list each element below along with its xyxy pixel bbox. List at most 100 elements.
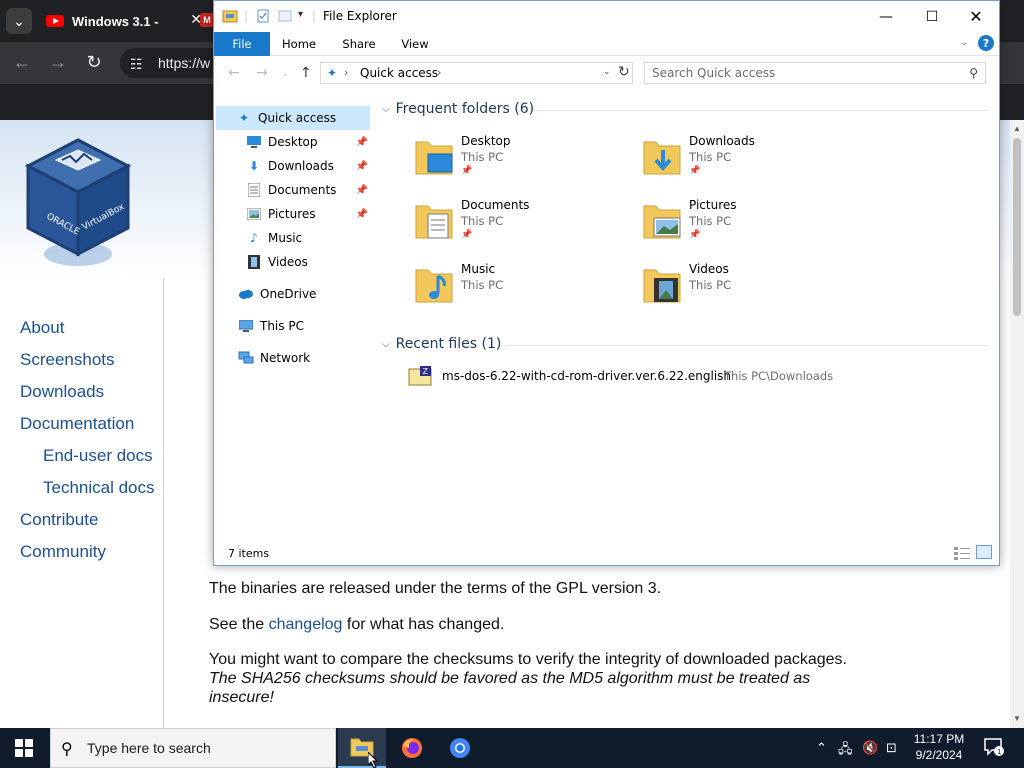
breadcrumb-chevron-icon-2[interactable]: › [437,66,441,79]
status-bar: 7 items [214,542,999,565]
search-input[interactable] [645,63,955,83]
scroll-thumb[interactable] [1013,138,1021,316]
large-icons-view-icon[interactable] [976,545,992,559]
reload-button[interactable]: ↻ [83,52,105,73]
nav-link-contribute[interactable]: Contribute [20,510,98,530]
navigation-pane: ✦ Quick access Desktop 📌 ⬇ Downloads 📌 D… [214,90,374,540]
frequent-folders-header[interactable]: ⌵ Frequent folders (6) [382,101,534,117]
breadcrumb-quick-access[interactable]: Quick access [360,66,438,80]
tab-view[interactable]: View [392,32,438,56]
properties-icon[interactable] [256,9,270,23]
group-title: Frequent folders (6) [395,101,535,117]
nav-music[interactable]: ♪ Music [214,226,374,250]
recent-file-row[interactable]: Z ms-dos-6.22-with-cd-rom-driver.ver.6.2… [404,364,994,388]
folder-tile-desktop[interactable]: Desktop This PC 📌 [374,130,594,186]
address-bar[interactable]: ☷ https://w [120,48,220,78]
details-view-icon[interactable] [954,546,970,560]
tab-home[interactable]: Home [276,32,322,56]
taskbar-search-input[interactable] [87,737,327,759]
tab-title: Windows 3.1 - [72,13,159,29]
pin-icon[interactable]: 📌 [356,209,368,220]
nav-link-community[interactable]: Community [20,542,106,562]
forward-arrow-icon[interactable]: → [256,65,268,81]
up-arrow-icon[interactable]: ↑ [300,65,312,81]
back-arrow-icon[interactable]: ← [228,65,240,81]
new-folder-icon[interactable] [278,9,292,23]
changelog-link[interactable]: changelog [269,616,343,633]
nav-link-technical-docs[interactable]: Technical docs [43,478,155,498]
network-status-icon[interactable]: 🖧 [838,740,853,762]
nav-documents[interactable]: Documents 📌 [214,178,374,202]
tab-share[interactable]: Share [336,32,382,56]
tab-windows-31[interactable]: Windows 3.1 - ✕ [40,5,210,37]
folder-tile-downloads[interactable]: Downloads This PC 📌 [602,130,822,186]
expand-ribbon-icon[interactable]: ⌄ [960,37,968,48]
recent-locations-icon[interactable]: ⌄ [282,69,289,78]
taskbar-firefox[interactable] [388,728,436,768]
show-hidden-icons-icon[interactable]: ⌃ [816,740,827,756]
scroll-down-arrow[interactable]: ▼ [1013,714,1021,723]
breadcrumb-chevron-icon[interactable]: › [344,66,348,79]
clock[interactable]: 11:17 PM 9/2/2024 [906,731,972,763]
license-text: The binaries are released under the term… [209,580,662,597]
address-box[interactable]: ✦ › Quick access › ⌄ ↻ [320,62,633,84]
tab-file[interactable]: File [214,32,270,56]
nav-link-screenshots[interactable]: Screenshots [20,350,115,370]
windows-logo-icon [15,739,33,757]
pin-icon[interactable]: 📌 [356,161,368,172]
nav-pictures[interactable]: Pictures 📌 [214,202,374,226]
search-icon[interactable]: ⚲ [969,66,978,80]
site-info-icon[interactable]: ☷ [130,56,143,73]
qat-dropdown-icon[interactable]: ▾ [298,9,303,20]
minimize-button[interactable]: — [863,1,909,32]
pin-icon[interactable]: 📌 [356,185,368,196]
folder-tile-documents[interactable]: Documents This PC 📌 [374,194,594,250]
address-dropdown-icon[interactable]: ⌄ [603,67,611,77]
folder-tile-music[interactable]: Music This PC [374,258,594,314]
folder-tile-videos[interactable]: Videos This PC [602,258,822,314]
display-icon[interactable]: ⊡ [886,740,897,756]
virtualbox-logo: ORACLE VirtualBox [24,138,132,266]
volume-muted-icon[interactable]: 🔇 [862,740,878,756]
collapse-chevron-icon[interactable]: ⌵ [382,104,390,115]
nav-network[interactable]: Network [214,346,374,370]
search-box[interactable]: ⚲ [644,62,986,84]
nav-link-end-user-docs[interactable]: End-user docs [43,446,153,466]
nav-quick-access[interactable]: ✦ Quick access [216,106,370,130]
taskbar-chrome[interactable] [436,728,484,768]
gmail-icon[interactable]: M [200,13,214,27]
refresh-icon[interactable]: ↻ [618,64,630,80]
recent-file-path: This PC\Downloads [724,369,834,383]
nav-videos[interactable]: Videos [214,250,374,274]
notification-count: 1 [997,748,1001,756]
forward-button[interactable]: → [47,52,69,73]
scroll-up-arrow[interactable]: ▲ [1013,124,1021,133]
nav-this-pc[interactable]: This PC [214,314,374,338]
maximize-button[interactable]: ☐ [909,1,955,32]
mouse-cursor-icon [368,752,379,768]
nav-label: Quick access [258,111,337,125]
help-icon[interactable]: ? [978,35,994,51]
changelog-text: See the changelog for what has changed. [209,616,504,634]
nav-link-about[interactable]: About [20,318,64,338]
close-button[interactable]: ✕ [953,1,999,32]
nav-downloads[interactable]: ⬇ Downloads 📌 [214,154,374,178]
nav-link-downloads[interactable]: Downloads [20,382,104,402]
zip-file-icon: Z [408,366,432,386]
nav-onedrive[interactable]: OneDrive [214,282,374,306]
notifications-icon[interactable]: 1 [984,738,1004,756]
quick-access-star-icon: ✦ [327,66,338,80]
folder-tile-pictures[interactable]: Pictures This PC 📌 [602,194,822,250]
recent-files-header[interactable]: ⌵ Recent files (1) [382,336,501,352]
collapse-chevron-icon[interactable]: ⌵ [382,339,390,350]
nav-desktop[interactable]: Desktop 📌 [214,130,374,154]
pin-icon[interactable]: 📌 [356,137,368,148]
start-button[interactable] [0,728,48,768]
page-scrollbar[interactable]: ▲ ▼ [1010,120,1024,728]
nav-label: Desktop [268,135,318,149]
item-count: 7 items [228,547,270,560]
nav-link-documentation[interactable]: Documentation [20,414,134,434]
back-button[interactable]: ← [11,52,33,73]
taskbar-search-box[interactable]: ⚲ [50,728,336,768]
tab-search-button[interactable]: ⌄ [6,8,32,34]
